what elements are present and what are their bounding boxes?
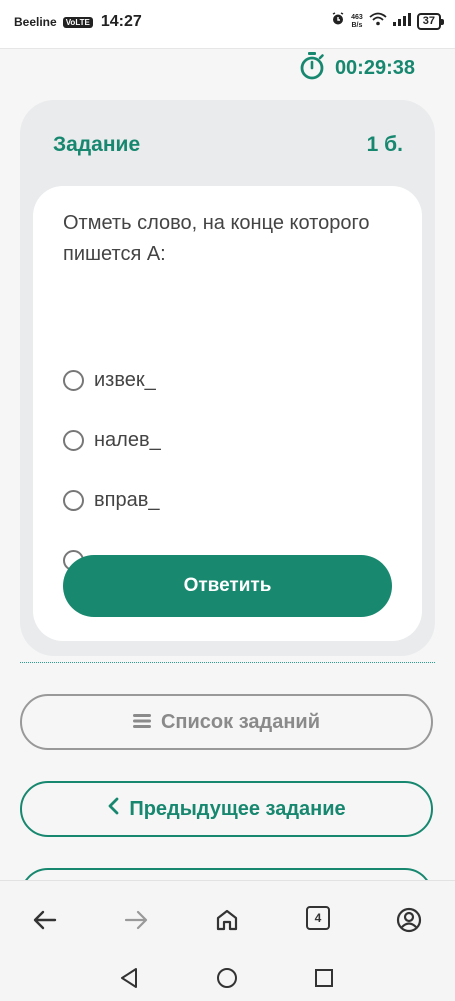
task-title: Задание [53, 133, 141, 156]
question-text: Отметь слово, на конце которого пишется … [63, 212, 370, 265]
answer-option-1[interactable]: извек_ [63, 369, 156, 392]
home-circle-icon[interactable] [216, 967, 238, 989]
home-icon[interactable] [214, 907, 240, 933]
chevron-left-icon [107, 797, 119, 821]
status-bar: Beeline VoLTE 14:27 463 B/s 37 [0, 0, 455, 49]
signal-icon [392, 12, 411, 31]
browser-navbar: 4 [0, 880, 455, 1001]
option-label: извек_ [94, 369, 156, 391]
previous-task-button[interactable]: Предыдущее задание [20, 781, 433, 837]
question-card: Отметь слово, на конце которого пишется … [33, 186, 422, 641]
status-left: Beeline VoLTE 14:27 [14, 13, 142, 31]
task-list-label: Список заданий [160, 710, 320, 733]
carrier-name: Beeline [14, 15, 57, 29]
battery-icon: 37 [416, 13, 445, 30]
answer-option-2[interactable]: налев_ [63, 429, 161, 452]
speed-value: 463 [351, 13, 363, 21]
wifi-icon [369, 12, 387, 31]
timer-value: 00:29:38 [334, 57, 415, 79]
previous-task-label: Предыдущее задание [129, 797, 346, 820]
menu-lines-icon [132, 711, 151, 734]
speed-unit: B/s [351, 21, 363, 29]
profile-icon[interactable] [396, 907, 422, 933]
back-triangle-icon[interactable] [118, 967, 140, 989]
divider [20, 662, 435, 663]
task-points: 1 б. [366, 133, 403, 156]
task-list-button[interactable]: Список заданий [20, 694, 433, 750]
back-arrow-icon[interactable] [32, 907, 58, 933]
radio-button[interactable] [63, 430, 84, 451]
forward-arrow-icon[interactable] [123, 907, 149, 933]
status-right: 463 B/s 37 [331, 12, 445, 31]
answer-option-3[interactable]: вправ_ [63, 489, 159, 512]
recents-square-icon[interactable] [313, 967, 335, 989]
radio-button[interactable] [63, 370, 84, 391]
tabs-icon[interactable]: 4 [306, 906, 330, 930]
network-speed: 463 B/s [351, 14, 363, 30]
task-card: Задание 1 б. Отметь слово, на конце кото… [20, 100, 435, 656]
volte-badge: VoLTE [62, 16, 93, 28]
timer: 00:29:38 [299, 52, 415, 85]
option-label: вправ_ [94, 489, 160, 511]
alarm-icon [331, 12, 345, 31]
stopwatch-icon [299, 52, 325, 85]
option-label: налев_ [94, 429, 161, 451]
answer-button[interactable]: Ответить [63, 555, 392, 617]
status-time: 14:27 [100, 13, 142, 30]
radio-button[interactable] [63, 490, 84, 511]
